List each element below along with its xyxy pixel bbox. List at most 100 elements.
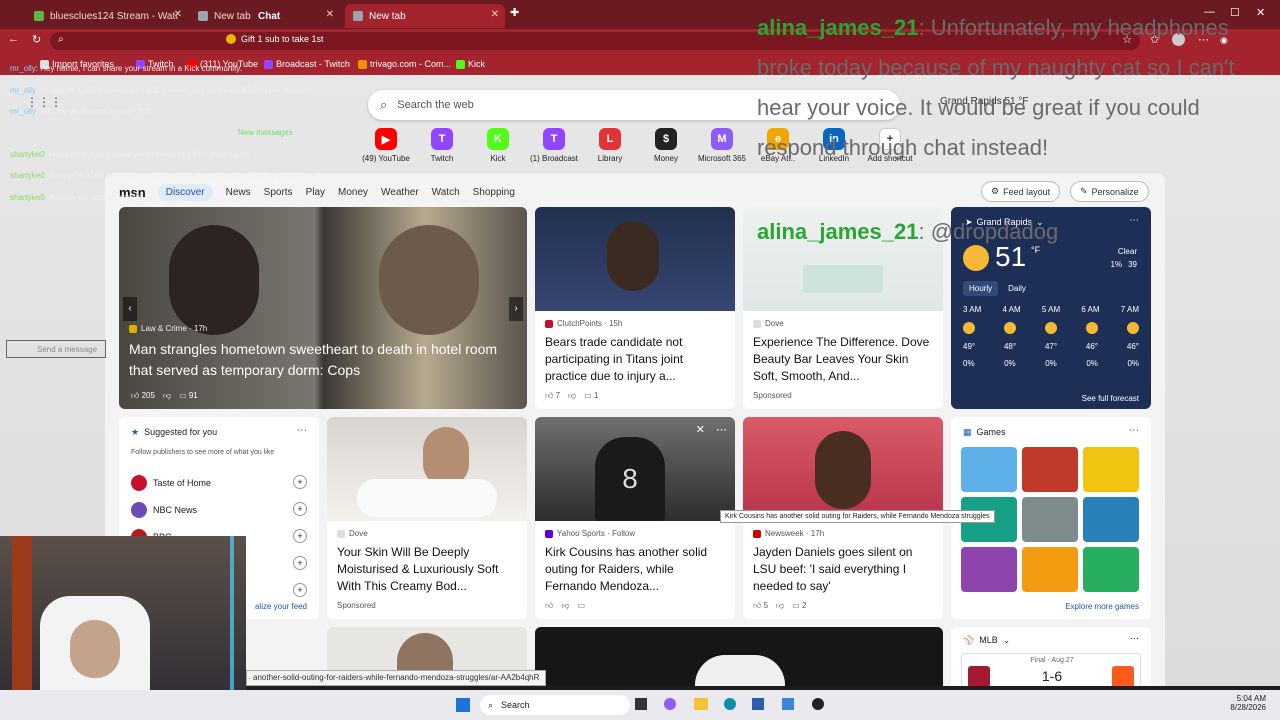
video-card-partial[interactable] bbox=[535, 627, 943, 686]
shortcut-label: (1) Broadcast bbox=[529, 154, 579, 163]
hero-card[interactable]: ‹ › Law & Crime · 17h Man strangles home… bbox=[119, 207, 527, 409]
store-icon[interactable] bbox=[752, 698, 764, 710]
like-button[interactable]: 👍︎ 5 bbox=[753, 601, 768, 611]
like-button[interactable]: 👍︎ 205 bbox=[131, 391, 155, 401]
task-view-icon[interactable] bbox=[635, 698, 647, 710]
follow-plus-icon[interactable]: + bbox=[293, 556, 307, 570]
dislike-icon[interactable]: 👎︎ bbox=[163, 391, 171, 401]
explore-games-link[interactable]: Explore more games bbox=[1065, 602, 1139, 611]
close-icon[interactable]: ✕ bbox=[174, 9, 182, 20]
favorite-trivago[interactable]: trivago.com - Com... bbox=[358, 59, 451, 69]
comments-button[interactable]: ▭ 1 bbox=[584, 391, 598, 401]
chat-text: : Hey homie, I can share your stream in … bbox=[44, 150, 251, 159]
suggested-publisher[interactable]: NBC News + bbox=[131, 496, 307, 523]
card-headline[interactable]: Experience The Difference. Dove Beauty B… bbox=[753, 334, 933, 385]
obs-icon[interactable] bbox=[812, 698, 824, 710]
windows-start-icon[interactable] bbox=[456, 698, 470, 712]
feed-tab-shopping[interactable]: Shopping bbox=[473, 187, 515, 198]
shortcut-tile[interactable]: M Microsoft 365 bbox=[692, 128, 752, 163]
game-tile[interactable] bbox=[1022, 497, 1078, 542]
carousel-next-icon[interactable]: › bbox=[509, 297, 523, 321]
like-button[interactable]: 👍︎ 7 bbox=[545, 391, 560, 401]
copilot-icon[interactable] bbox=[664, 698, 676, 710]
more-icon[interactable]: ⋯ bbox=[1129, 425, 1139, 436]
game-tile[interactable] bbox=[1083, 497, 1139, 542]
feed-tab-weather[interactable]: Weather bbox=[381, 187, 419, 198]
tab-chat[interactable]: Chat bbox=[250, 4, 340, 28]
clock[interactable]: 5:04 AM 8/28/2026 bbox=[1230, 694, 1266, 712]
tab-hourly[interactable]: Hourly bbox=[963, 281, 999, 296]
new-tab-icon[interactable]: ✚ bbox=[510, 6, 519, 19]
game-tile[interactable] bbox=[1022, 547, 1078, 592]
feed-layout-button[interactable]: ⚙ Feed layout bbox=[981, 181, 1061, 202]
comments-button[interactable]: ▭ 2 bbox=[792, 601, 806, 611]
forecast-temp: 49° bbox=[963, 342, 976, 351]
shortcut-tile[interactable]: L Library bbox=[580, 128, 640, 163]
card-headline[interactable]: Bears trade candidate not participating … bbox=[545, 334, 725, 385]
tab-daily[interactable]: Daily bbox=[1002, 281, 1032, 296]
hero-headline[interactable]: Man strangles hometown sweetheart to dea… bbox=[129, 339, 509, 381]
gift-icon bbox=[226, 34, 236, 44]
close-icon[interactable]: ✕ bbox=[696, 423, 705, 436]
close-icon[interactable]: ✕ bbox=[491, 9, 499, 20]
like-icon[interactable]: 👍︎ bbox=[545, 601, 553, 611]
card-headline[interactable]: Jayden Daniels goes silent on LSU beef: … bbox=[753, 544, 933, 595]
shortcut-tile[interactable]: K Kick bbox=[468, 128, 528, 163]
shortcut-tile[interactable]: T (1) Broadcast bbox=[524, 128, 584, 163]
personalize-link[interactable]: alize your feed bbox=[255, 602, 307, 611]
dislike-icon[interactable]: 👎︎ bbox=[561, 601, 569, 611]
card-headline[interactable]: Your Skin Will Be Deeply Moisturised & L… bbox=[337, 544, 517, 595]
game-tile[interactable] bbox=[1083, 547, 1139, 592]
follow-plus-icon[interactable]: + bbox=[293, 502, 307, 516]
moon-icon bbox=[1004, 322, 1016, 334]
tab-title: New tab bbox=[369, 10, 406, 22]
tab-new-tab-active[interactable]: New tab ✕ bbox=[345, 4, 505, 28]
send-message-input[interactable]: Send a message bbox=[6, 340, 106, 358]
full-forecast-link[interactable]: See full forecast bbox=[1082, 394, 1139, 403]
shortcut-tile[interactable]: T Twitch bbox=[412, 128, 472, 163]
gift-banner[interactable]: Gift 1 sub to take 1st bbox=[226, 34, 324, 44]
comments-icon[interactable]: ▭ bbox=[578, 601, 586, 611]
game-tile[interactable] bbox=[1083, 447, 1139, 492]
comments-button[interactable]: ▭ 91 bbox=[179, 391, 198, 401]
game-tile[interactable] bbox=[961, 547, 1017, 592]
follow-plus-icon[interactable]: + bbox=[293, 583, 307, 597]
favorite-kick[interactable]: Kick bbox=[456, 59, 485, 69]
shortcut-tile[interactable]: $ Money bbox=[636, 128, 696, 163]
back-icon[interactable]: ← bbox=[8, 33, 19, 45]
news-card-bears[interactable]: ClutchPoints · 15h Bears trade candidate… bbox=[535, 207, 735, 409]
more-icon[interactable]: ⋯ bbox=[1130, 633, 1139, 644]
edge-icon[interactable] bbox=[724, 698, 736, 710]
carousel-prev-icon[interactable]: ‹ bbox=[123, 297, 137, 321]
feed-tab-watch[interactable]: Watch bbox=[432, 187, 460, 198]
personalize-button[interactable]: ✎ Personalize bbox=[1070, 181, 1149, 202]
hero-photo bbox=[169, 225, 259, 335]
file-explorer-icon[interactable] bbox=[694, 698, 708, 710]
more-icon[interactable]: ⋯ bbox=[297, 425, 307, 436]
mlb-score-box[interactable]: Final - Aug 27 1-6 bbox=[961, 653, 1141, 686]
card-headline[interactable]: Kirk Cousins has another solid outing fo… bbox=[545, 544, 725, 595]
dislike-icon[interactable]: 👎︎ bbox=[776, 601, 784, 611]
taskbar-search[interactable]: ⌕ Search bbox=[480, 695, 630, 715]
game-tile[interactable] bbox=[1022, 447, 1078, 492]
shortcut-icon: L bbox=[599, 128, 621, 150]
forecast-hour: 6 AM bbox=[1081, 305, 1100, 314]
game-tile[interactable] bbox=[961, 447, 1017, 492]
shortcut-label: Twitch bbox=[430, 154, 454, 163]
forecast-hour: 5 AM bbox=[1041, 305, 1061, 314]
follow-plus-icon[interactable]: + bbox=[293, 475, 307, 489]
tooltip: Kirk Cousins has another solid outing fo… bbox=[720, 510, 995, 523]
shortcut-tile[interactable]: ▶ (49) YouTube bbox=[356, 128, 416, 163]
news-card-kirk[interactable]: 8 ✕ ⋯ Yahoo Sports · Follow Kirk Cousins… bbox=[535, 417, 735, 619]
tab-kick-stream[interactable]: bluesclues124 Stream - Watch Liv ✕ bbox=[26, 4, 188, 28]
dislike-icon[interactable]: 👎︎ bbox=[568, 391, 576, 401]
refresh-icon[interactable]: ↻ bbox=[32, 33, 41, 46]
ad-card-dove-2[interactable]: Dove Your Skin Will Be Deeply Moisturise… bbox=[327, 417, 527, 619]
more-icon[interactable]: ⋯ bbox=[716, 423, 727, 436]
shortcut-icon: ▶ bbox=[375, 128, 397, 150]
edit-icon: ✎ bbox=[1080, 186, 1088, 196]
follow-plus-icon[interactable]: + bbox=[293, 529, 307, 543]
led-strip bbox=[230, 536, 234, 696]
suggested-publisher[interactable]: Taste of Home + bbox=[131, 469, 307, 496]
app-icon[interactable] bbox=[782, 698, 794, 710]
